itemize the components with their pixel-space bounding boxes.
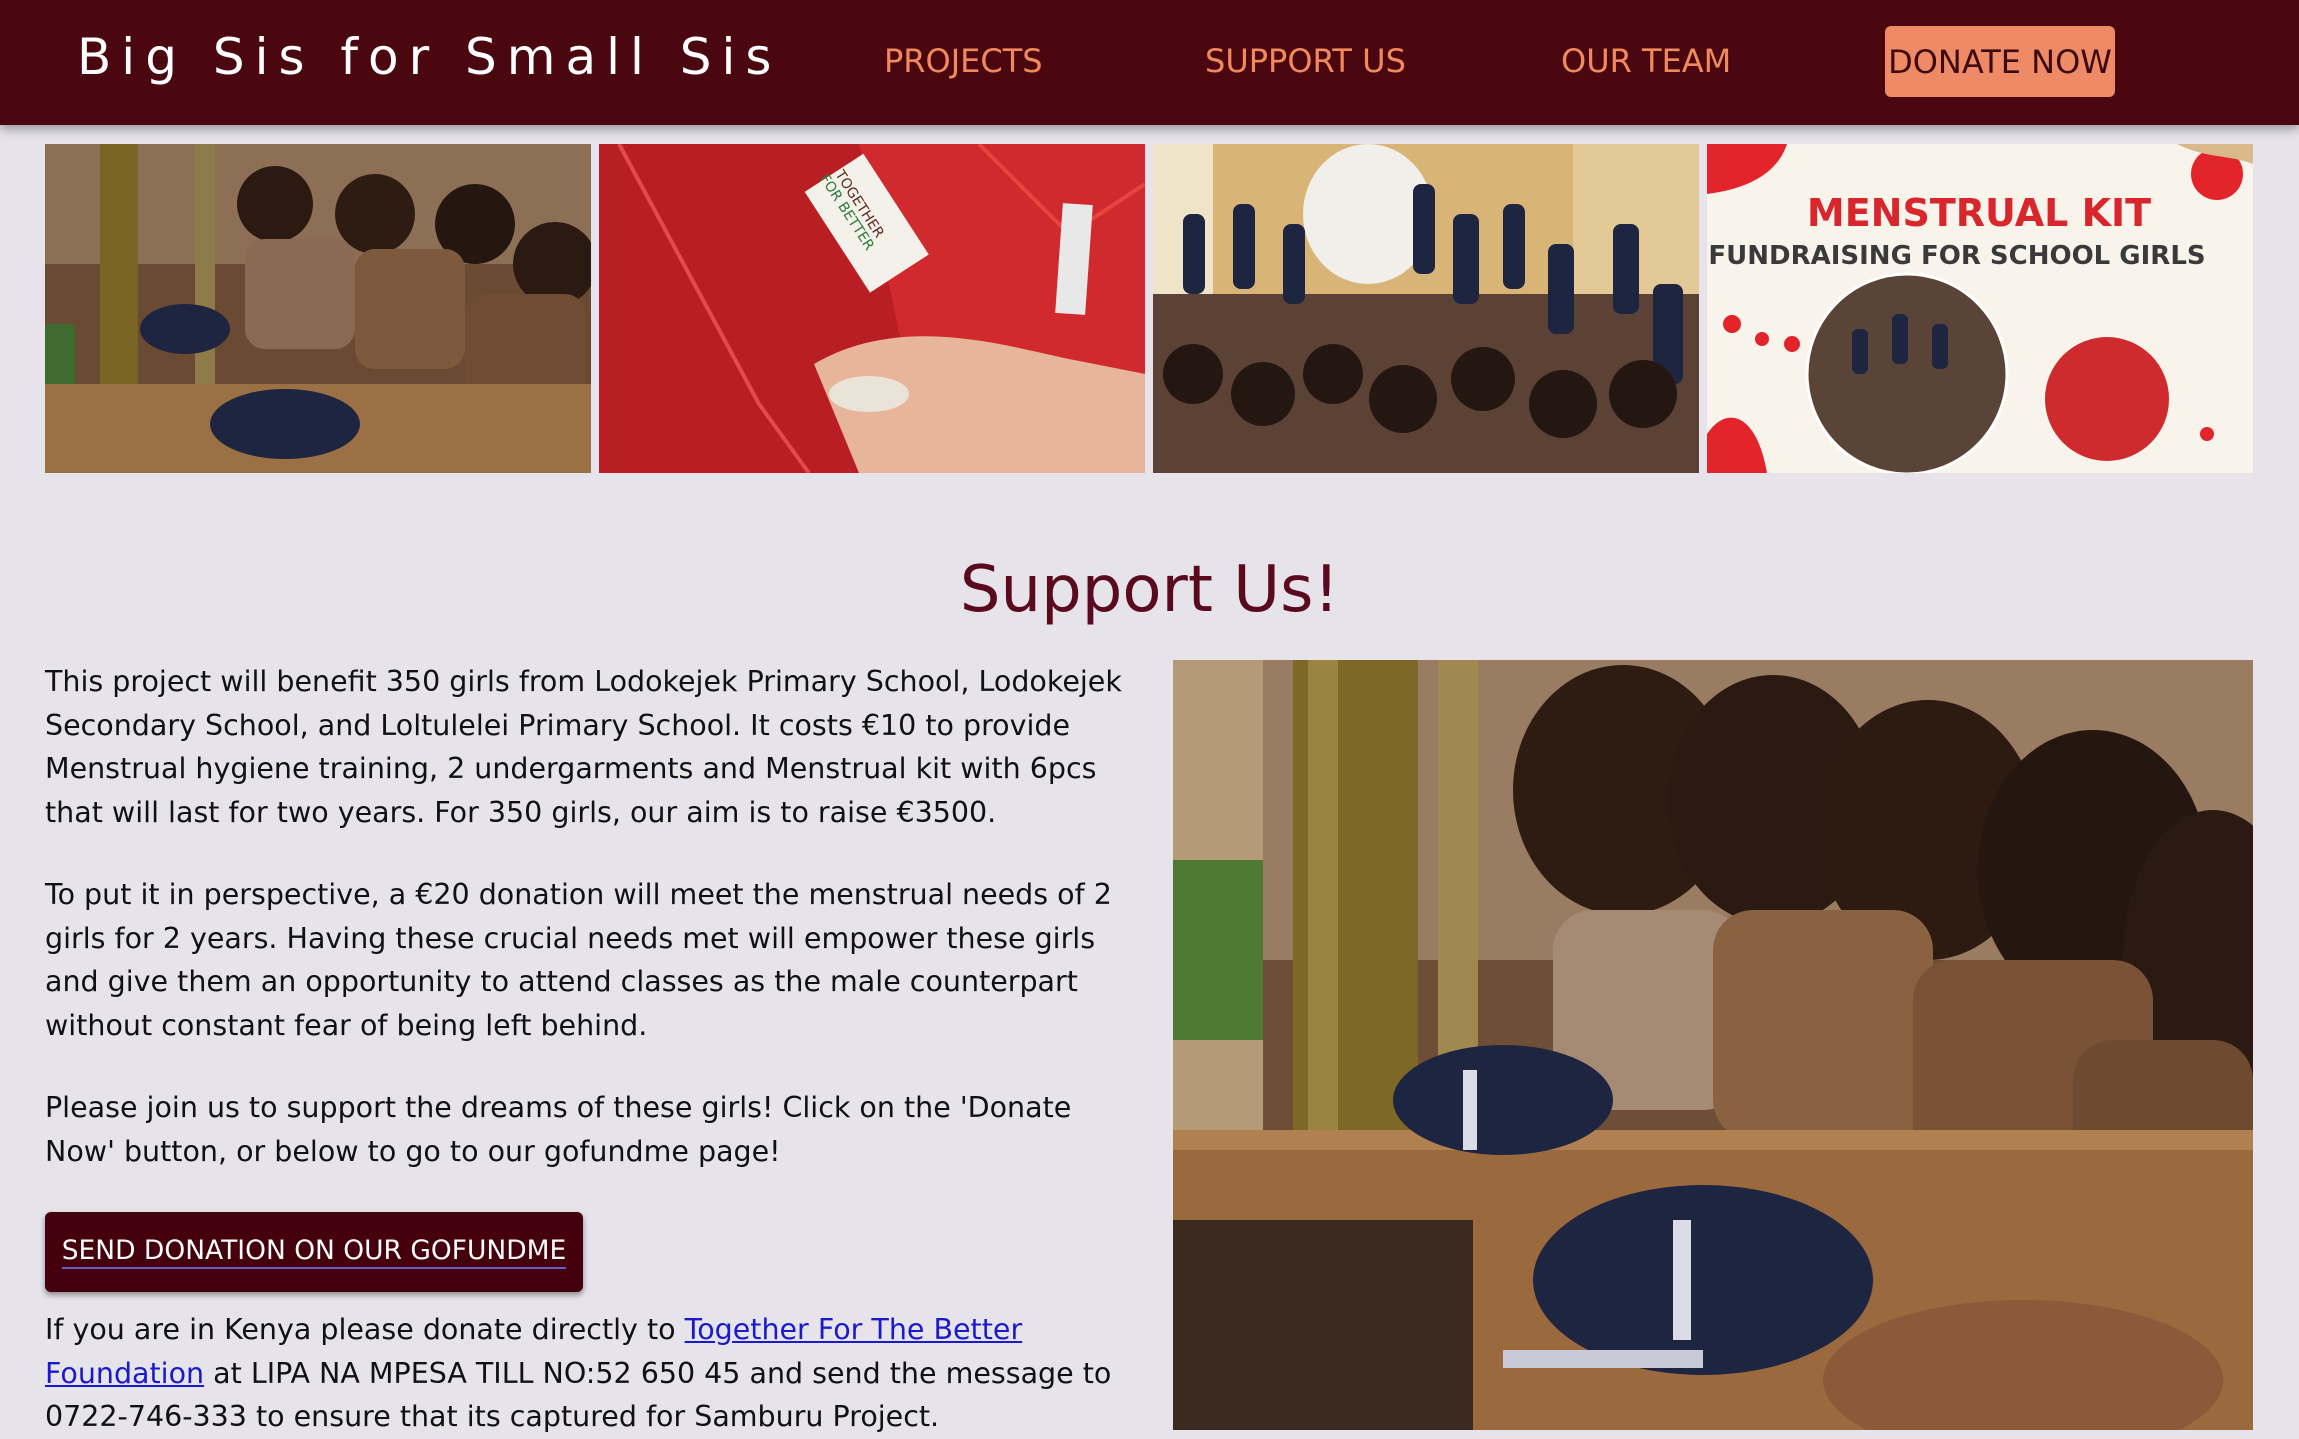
kenya-note-suffix: at LIPA NA MPESA TILL NO:52 650 45 and s… (45, 1356, 1112, 1434)
kenya-donation-note: If you are in Kenya please donate direct… (45, 1308, 1135, 1439)
nav-support-us[interactable]: SUPPORT US (1205, 42, 1406, 80)
nav-projects[interactable]: PROJECTS (884, 42, 1043, 80)
support-paragraph-3: Please join us to support the dreams of … (45, 1091, 1072, 1168)
nav-our-team[interactable]: OUR TEAM (1561, 42, 1731, 80)
poster-title: MENSTRUAL KIT (1807, 191, 2151, 235)
donate-now-button[interactable]: DONATE NOW (1885, 26, 2115, 97)
gallery-image-kits-raised[interactable] (1153, 144, 1699, 473)
gallery-image-fundraising-poster[interactable]: MENSTRUAL KIT FUNDRAISING FOR SCHOOL GIR… (1707, 144, 2253, 473)
gallery-image-girls-desks[interactable] (45, 144, 591, 473)
support-paragraph-2: To put it in perspective, a €20 donation… (45, 878, 1112, 1042)
top-navigation-bar: Big Sis for Small Sis PROJECTS SUPPORT U… (0, 0, 2299, 125)
support-heading: Support Us! (959, 553, 1340, 627)
support-photo-girls-with-kits (1173, 660, 2253, 1430)
kenya-note-prefix: If you are in Kenya please donate direct… (45, 1313, 685, 1346)
gofundme-donation-button[interactable]: SEND DONATION ON OUR GOFUNDME (45, 1212, 583, 1292)
gallery-image-red-pad[interactable]: TOGETHER FOR BETTER (599, 144, 1145, 473)
support-paragraph-1: This project will benefit 350 girls from… (45, 665, 1122, 829)
poster-subtitle: FUNDRAISING FOR SCHOOL GIRLS (1708, 241, 2205, 271)
gofundme-button-label: SEND DONATION ON OUR GOFUNDME (61, 1235, 567, 1269)
site-title[interactable]: Big Sis for Small Sis (77, 28, 781, 86)
